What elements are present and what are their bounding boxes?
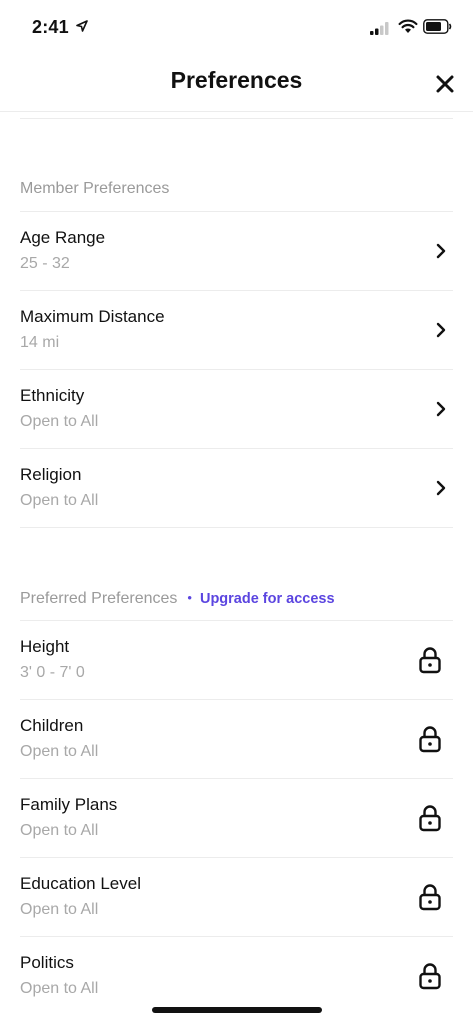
row-value: Open to All <box>20 980 99 997</box>
preference-row-age-range[interactable]: Age Range 25 - 32 <box>20 211 453 290</box>
separator-dot: • <box>187 590 192 605</box>
section-title-member-preferences: Member Preferences <box>20 180 170 197</box>
preference-row-height[interactable]: Height 3' 0 - 7' 0 <box>20 620 453 699</box>
preference-row-education-level[interactable]: Education Level Open to All <box>20 857 453 936</box>
row-value: 14 mi <box>20 334 60 351</box>
row-label: Children <box>20 716 84 735</box>
row-value: 25 - 32 <box>20 255 70 272</box>
location-arrow-icon <box>76 20 88 32</box>
row-label: Family Plans <box>20 795 118 814</box>
divider <box>20 527 453 528</box>
lock-icon <box>419 963 441 990</box>
lock-icon <box>419 647 441 674</box>
row-value: Open to All <box>20 743 99 760</box>
wifi-icon <box>398 19 418 33</box>
navigation-header: Preferences <box>0 56 473 112</box>
upgrade-for-access-link[interactable]: Upgrade for access <box>200 591 335 607</box>
lock-icon <box>419 805 441 832</box>
row-value: Open to All <box>20 413 99 430</box>
lock-icon <box>419 726 441 753</box>
row-label: Height <box>20 637 70 656</box>
lock-icon <box>419 884 441 911</box>
battery-icon <box>423 19 452 34</box>
preference-row-children[interactable]: Children Open to All <box>20 699 453 778</box>
row-label: Maximum Distance <box>20 307 165 326</box>
chevron-right-icon <box>436 322 446 338</box>
divider <box>20 118 453 119</box>
row-value: 3' 0 - 7' 0 <box>20 664 85 681</box>
row-value: Open to All <box>20 901 99 918</box>
page-title: Preferences <box>170 67 303 93</box>
close-icon[interactable] <box>433 72 457 96</box>
row-value: Open to All <box>20 492 99 509</box>
preference-row-maximum-distance[interactable]: Maximum Distance 14 mi <box>20 290 453 369</box>
preference-row-ethnicity[interactable]: Ethnicity Open to All <box>20 369 453 448</box>
home-indicator[interactable] <box>152 1007 322 1013</box>
row-label: Religion <box>20 465 82 484</box>
row-label: Education Level <box>20 874 141 893</box>
chevron-right-icon <box>436 243 446 259</box>
preference-row-politics[interactable]: Politics Open to All <box>20 936 453 1015</box>
preference-row-family-plans[interactable]: Family Plans Open to All <box>20 778 453 857</box>
row-label: Age Range <box>20 228 106 247</box>
status-bar: 2:41 <box>0 0 473 56</box>
row-label: Politics <box>20 953 74 972</box>
preference-row-religion[interactable]: Religion Open to All <box>20 448 453 527</box>
chevron-right-icon <box>436 401 446 417</box>
row-value: Open to All <box>20 822 99 839</box>
row-label: Ethnicity <box>20 386 85 405</box>
cellular-signal-icon <box>370 22 389 35</box>
chevron-right-icon <box>436 480 446 496</box>
status-time: 2:41 <box>32 17 69 37</box>
section-header-preferred-preferences: Preferred Preferences • Upgrade for access <box>20 590 335 608</box>
section-title-preferred-preferences: Preferred Preferences <box>20 590 178 607</box>
